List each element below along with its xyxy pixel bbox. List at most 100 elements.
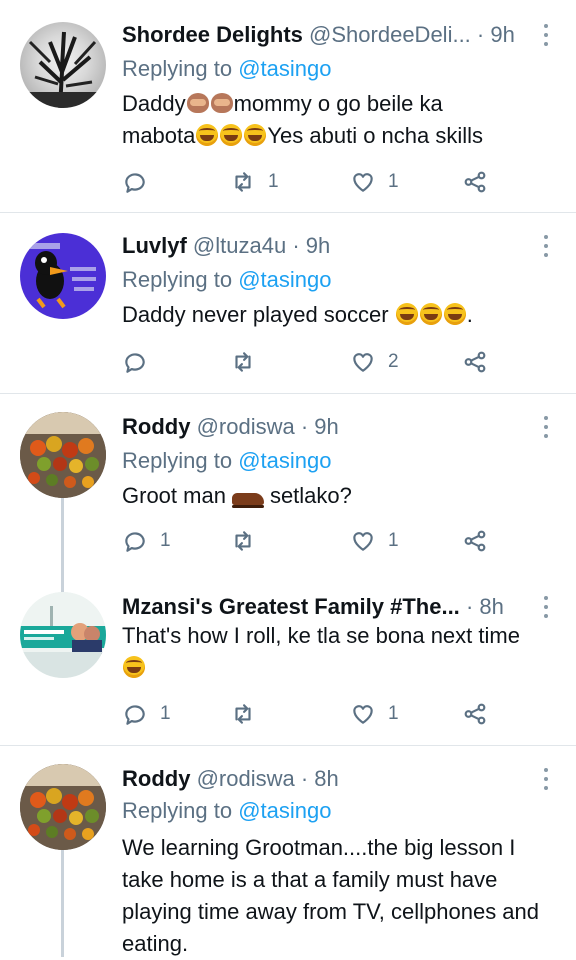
like-count: 1 xyxy=(388,171,399,192)
retweet-icon xyxy=(235,172,251,192)
separator-dot: · xyxy=(300,414,309,439)
cartoon-duck-icon xyxy=(28,243,96,309)
reply-mention-link[interactable]: @tasingo xyxy=(238,56,331,81)
separator-dot: · xyxy=(476,22,485,47)
like-button[interactable]: 1 xyxy=(350,697,399,731)
user-handle[interactable]: @ltuza4u xyxy=(193,233,286,258)
display-name[interactable]: Luvlyf xyxy=(122,233,187,258)
fruit-bowl-avatar[interactable] xyxy=(20,764,106,850)
tv-show-logo-icon xyxy=(20,592,106,678)
share-button[interactable] xyxy=(462,165,488,199)
reply-button[interactable]: 1 xyxy=(122,524,171,558)
tweet-text-part: That's how I roll, ke tla se bona next t… xyxy=(122,623,520,648)
tweet-text: Daddy never played soccer . xyxy=(122,299,558,331)
retweet-icon xyxy=(235,352,251,372)
tv-show-logo-avatar[interactable] xyxy=(20,592,106,678)
reply-icon xyxy=(125,173,145,193)
rofl-emoji-icon xyxy=(395,303,418,325)
replying-to: Replying to @tasingo xyxy=(122,794,331,828)
retweet-button[interactable] xyxy=(230,345,268,379)
display-name[interactable]: Shordee Delights xyxy=(122,22,303,47)
fruit-bowl-icon xyxy=(20,764,106,850)
retweet-button[interactable] xyxy=(230,697,268,731)
replying-to: Replying to @tasingo xyxy=(122,263,331,297)
share-icon xyxy=(464,171,486,193)
reply-button[interactable] xyxy=(122,165,160,199)
like-count: 2 xyxy=(388,351,399,372)
more-options-icon[interactable] xyxy=(542,235,550,257)
retweet-icon xyxy=(235,531,251,551)
rofl-emoji-icon xyxy=(196,124,219,146)
user-handle[interactable]: @rodiswa xyxy=(197,414,295,439)
tweet-actions: 1 1 xyxy=(122,524,502,558)
separator-dot: · xyxy=(292,233,300,258)
share-icon xyxy=(464,703,486,725)
display-name[interactable]: Mzansi's Greatest Family #The... xyxy=(122,594,460,619)
cartoon-duck-avatar[interactable] xyxy=(20,233,106,319)
tweet-text-part: . xyxy=(466,302,473,327)
reply-button[interactable] xyxy=(122,345,160,379)
like-button[interactable]: 1 xyxy=(350,165,399,199)
tree-silhouette-icon xyxy=(20,31,106,108)
see-no-evil-monkey-icon xyxy=(186,93,209,113)
rofl-emoji-icon xyxy=(443,303,466,325)
tweet-text-part: mabota xyxy=(122,123,196,148)
like-count: 1 xyxy=(388,530,399,551)
like-icon xyxy=(353,532,373,551)
reply-mention-link[interactable]: @tasingo xyxy=(238,798,331,823)
reply-mention-link[interactable]: @tasingo xyxy=(238,448,331,473)
fruit-bowl-avatar[interactable] xyxy=(20,412,106,498)
more-options-icon[interactable] xyxy=(542,768,550,790)
like-icon xyxy=(353,353,373,372)
tweet-4[interactable]: Mzansi's Greatest Family #The... · 8h Th… xyxy=(0,580,576,745)
tree-silhouette-avatar[interactable] xyxy=(20,22,106,108)
see-no-evil-monkey-icon xyxy=(210,93,233,113)
timestamp[interactable]: 9h xyxy=(314,414,338,439)
timestamp[interactable]: 9h xyxy=(490,22,514,47)
tweet-1[interactable]: Shordee Delights @ShordeeDeli... · 9h Re… xyxy=(0,0,576,212)
rofl-emoji-icon xyxy=(419,303,442,325)
fruit-bowl-icon xyxy=(20,412,106,498)
tweet-header: Luvlyf @ltuza4u · 9h xyxy=(122,229,516,263)
user-handle[interactable]: @ShordeeDeli... xyxy=(309,22,471,47)
display-name[interactable]: Roddy xyxy=(122,414,190,439)
replying-to-label: Replying to xyxy=(122,56,233,81)
reply-button[interactable]: 1 xyxy=(122,697,171,731)
reply-mention-link[interactable]: @tasingo xyxy=(238,267,331,292)
tweet-text: Daddy mommy o go beile ka mabota Yes abuti… xyxy=(122,88,558,152)
tweet-text: Groot man setlako? xyxy=(122,480,558,512)
tweet-actions: 2 xyxy=(122,345,502,379)
tweet-5[interactable]: Roddy @rodiswa · 8h Replying to @tasingo… xyxy=(0,746,576,957)
like-button[interactable]: 1 xyxy=(350,524,399,558)
timestamp[interactable]: 8h xyxy=(314,766,338,791)
tweet-text-part: Yes abuti o ncha skills xyxy=(267,123,484,148)
retweet-button[interactable] xyxy=(230,524,268,558)
tweet-3[interactable]: Roddy @rodiswa · 9h Replying to @tasingo… xyxy=(0,394,576,580)
share-button[interactable] xyxy=(462,697,488,731)
retweet-count: 1 xyxy=(268,171,279,192)
rofl-emoji-icon xyxy=(244,124,267,146)
tweet-text: We learning Grootman....the big lesson I… xyxy=(122,835,540,956)
tweet-text: That's how I roll, ke tla se bona next t… xyxy=(122,620,558,684)
user-handle[interactable]: @rodiswa xyxy=(197,766,295,791)
like-button[interactable]: 2 xyxy=(350,345,399,379)
more-options-icon[interactable] xyxy=(542,416,550,438)
tweet-header: Shordee Delights @ShordeeDeli... · 9h xyxy=(122,18,516,52)
rofl-emoji-icon xyxy=(220,124,243,146)
rofl-emoji-icon xyxy=(123,656,145,678)
share-button[interactable] xyxy=(462,345,488,379)
timestamp[interactable]: 8h xyxy=(479,594,503,619)
retweet-button[interactable]: 1 xyxy=(230,165,279,199)
display-name[interactable]: Roddy xyxy=(122,766,190,791)
replying-to-label: Replying to xyxy=(122,798,233,823)
reply-icon xyxy=(125,532,145,552)
more-options-icon[interactable] xyxy=(542,24,550,46)
tweet-header: Mzansi's Greatest Family #The... · 8h xyxy=(122,590,516,624)
tweet-2[interactable]: Luvlyf @ltuza4u · 9h Replying to @tasing… xyxy=(0,213,576,393)
timestamp[interactable]: 9h xyxy=(306,233,330,258)
shoe-emoji-icon xyxy=(231,493,264,508)
reply-icon xyxy=(125,705,145,725)
more-options-icon[interactable] xyxy=(542,596,550,618)
replying-to: Replying to @tasingo xyxy=(122,444,331,478)
share-button[interactable] xyxy=(462,524,488,558)
